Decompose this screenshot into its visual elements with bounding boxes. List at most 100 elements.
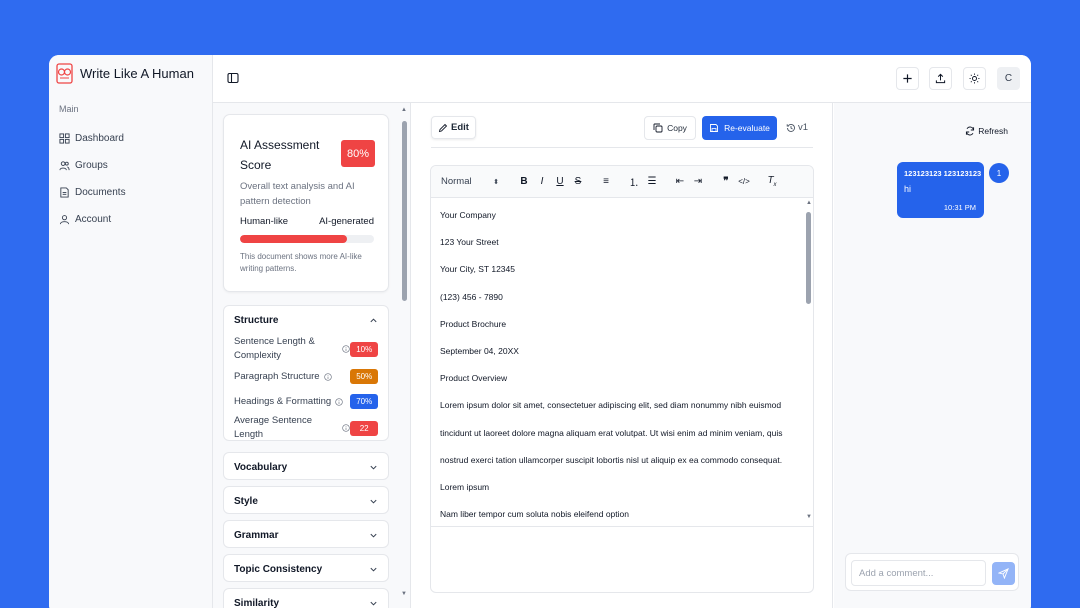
doc-line: Your City, ST 12345 [440, 264, 515, 275]
strikethrough-icon[interactable]: S [569, 176, 587, 187]
clear-format-icon[interactable]: Tx [763, 175, 781, 188]
nav-section-label: Main [59, 104, 79, 114]
doc-line: tincidunt ut laoreet dolore magna aliqua… [440, 427, 783, 438]
section-header[interactable]: Grammar [224, 521, 388, 549]
align-left-icon[interactable]: ≡ [597, 176, 615, 187]
document-editor[interactable]: Normal ⬍ B I U S ≡ ⒈ ☰ ⇤ ⇥ ❞ </> Tx Your… [430, 165, 814, 593]
new-button[interactable] [896, 67, 919, 90]
comment-input[interactable] [851, 560, 986, 586]
editor-panel: Edit Copy Re-evaluate v1 Normal ⬍ B I U … [411, 103, 833, 608]
metric-row: Paragraph Structure 50% [224, 364, 388, 389]
section-header[interactable]: Vocabulary [224, 453, 388, 481]
upload-button[interactable] [929, 67, 952, 90]
grid-icon [59, 133, 70, 144]
sidebar-item-label: Account [75, 214, 112, 225]
metric-label-text: Headings & Formatting [234, 395, 332, 407]
ordered-list-icon[interactable]: ⒈ [625, 174, 643, 189]
blockquote-icon[interactable]: ❞ [717, 176, 735, 187]
metric-row: Sentence Length & Complexity 10% [224, 334, 388, 364]
info-icon[interactable] [323, 372, 332, 381]
scroll-up-arrow-icon[interactable]: ▲ [401, 107, 407, 113]
editor-divider [431, 147, 813, 148]
outdent-icon[interactable]: ⇤ [671, 176, 689, 187]
score-bar [240, 235, 374, 243]
panel-scrollbar[interactable]: ▲ ▼ [400, 107, 407, 599]
copy-button[interactable]: Copy [644, 116, 696, 140]
chevron-up-icon [370, 317, 377, 322]
metric-badge: 70% [350, 394, 378, 409]
chevron-down-icon [370, 567, 377, 572]
section-grammar[interactable]: Grammar [223, 520, 389, 548]
sidebar: Write Like A Human Main Dashboard Groups… [49, 55, 213, 608]
metric-label: Headings & Formatting [234, 395, 350, 409]
refresh-button[interactable]: Refresh [965, 126, 1008, 136]
bullet-list-icon[interactable]: ☰ [643, 176, 661, 187]
metric-label: Sentence Length & Complexity [234, 335, 351, 363]
document-scrollbar-thumb[interactable] [806, 212, 811, 304]
version-label: v1 [798, 122, 809, 133]
upload-icon [935, 73, 946, 84]
metric-label-text: Sentence Length & Complexity [234, 336, 315, 361]
score-card-title: AI Assessment Score [240, 138, 320, 172]
code-icon[interactable]: </> [735, 177, 753, 186]
doc-line: Nam liber tempor cum soluta nobis eleife… [440, 509, 629, 520]
message-bubble: 123123123 123123123 hi 10:31 PM [897, 162, 984, 218]
bold-icon[interactable]: B [515, 176, 533, 187]
doc-line: Lorem ipsum [440, 481, 490, 492]
section-header[interactable]: Similarity [224, 589, 388, 608]
structure-header[interactable]: Structure [224, 306, 388, 334]
send-button[interactable] [992, 562, 1015, 585]
pencil-icon [438, 123, 448, 132]
message-title: 123123123 123123123 [904, 169, 982, 178]
edit-button-label: Edit [451, 122, 469, 133]
scroll-down-arrow-icon[interactable]: ▼ [806, 514, 812, 520]
metric-badge: 50% [350, 369, 378, 384]
copy-button-label: Copy [667, 123, 687, 133]
version-button[interactable]: v1 [786, 122, 808, 133]
select-arrows-icon: ⬍ [493, 178, 499, 186]
sidebar-item-label: Groups [75, 160, 108, 171]
italic-icon[interactable]: I [533, 176, 551, 187]
scroll-down-arrow-icon[interactable]: ▼ [401, 591, 407, 597]
assessment-panel: AI Assessment Score 80% Overall text ana… [213, 103, 411, 608]
comment-composer [845, 553, 1019, 591]
chevron-down-icon [370, 533, 377, 538]
section-topic-consistency[interactable]: Topic Consistency [223, 554, 389, 582]
metric-badge: 22 [350, 420, 378, 436]
sidebar-item-dashboard[interactable]: Dashboard [59, 125, 126, 152]
section-header[interactable]: Topic Consistency [224, 555, 388, 583]
section-title: Style [234, 495, 258, 507]
metric-badge: 10% [350, 341, 378, 357]
sidebar-toggle-icon[interactable] [227, 72, 239, 84]
message-avatar: 1 [989, 163, 1009, 183]
section-similarity[interactable]: Similarity [223, 588, 389, 608]
edit-button[interactable]: Edit [431, 116, 476, 139]
doc-line: (123) 456 - 7890 [440, 291, 503, 302]
underline-icon[interactable]: U [551, 176, 569, 187]
info-icon[interactable] [342, 424, 351, 432]
doc-line: 123 Your Street [440, 237, 499, 248]
document-scrollbar[interactable]: ▲ ▼ [804, 198, 813, 522]
section-vocabulary[interactable]: Vocabulary [223, 452, 389, 480]
brand-name: Write Like A Human [80, 66, 194, 81]
panel-scrollbar-thumb[interactable] [402, 121, 407, 301]
section-style[interactable]: Style [223, 486, 389, 514]
section-header[interactable]: Style [224, 487, 388, 515]
metric-row: Average Sentence Length 22 [224, 414, 388, 442]
format-select[interactable]: Normal ⬍ [441, 176, 499, 187]
info-icon[interactable] [335, 397, 343, 406]
scroll-up-arrow-icon[interactable]: ▲ [806, 200, 812, 206]
sidebar-item-documents[interactable]: Documents [59, 179, 126, 206]
indent-icon[interactable]: ⇥ [689, 176, 707, 187]
reevaluate-button[interactable]: Re-evaluate [702, 116, 777, 140]
user-avatar[interactable]: C [997, 67, 1020, 90]
info-icon[interactable] [342, 345, 351, 353]
document-content[interactable]: Your Company 123 Your Street Your City, … [440, 210, 800, 536]
theme-toggle-button[interactable] [963, 67, 986, 90]
brand[interactable]: Write Like A Human [55, 63, 194, 84]
chevron-down-icon [370, 499, 377, 504]
comments-panel: Refresh 123123123 123123123 hi 10:31 PM … [834, 103, 1031, 608]
sidebar-item-account[interactable]: Account [59, 206, 126, 233]
sidebar-item-groups[interactable]: Groups [59, 152, 126, 179]
chevron-down-icon [370, 601, 377, 606]
